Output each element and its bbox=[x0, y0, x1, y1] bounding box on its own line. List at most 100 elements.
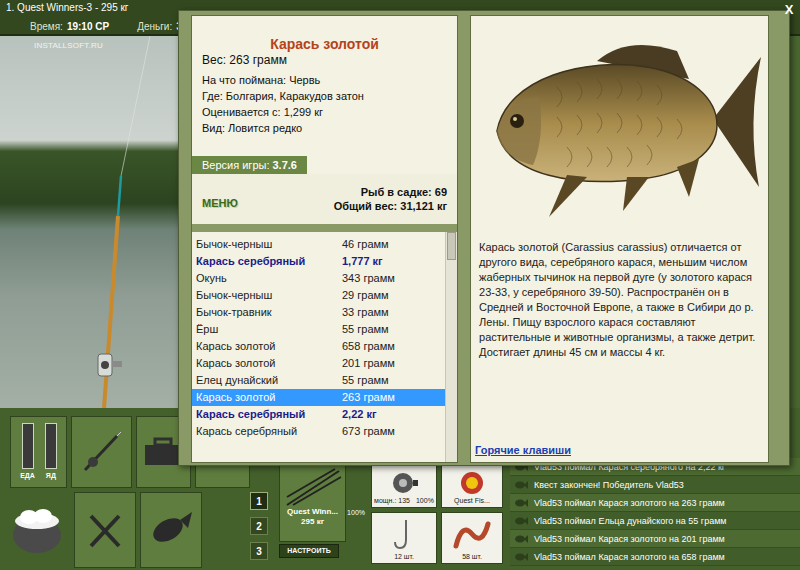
rod-name: Quest Winn... bbox=[287, 507, 338, 517]
bait-slot[interactable]: 58 шт. bbox=[441, 512, 503, 564]
lure-name: Quest Fis... bbox=[454, 496, 490, 507]
rod-slot[interactable]: Quest Winn... 295 кг bbox=[279, 464, 346, 542]
fish-count: Рыб в садке: 69 bbox=[361, 185, 447, 199]
fish-detail: Где: Болгария, Каракудов затон bbox=[202, 88, 447, 104]
catch-weight: 29 грамм bbox=[342, 287, 389, 304]
status-meter: ЕДА bbox=[20, 423, 35, 487]
reel-icon bbox=[389, 470, 419, 496]
hook-count: 12 шт. bbox=[394, 552, 414, 563]
catch-list: Бычок-черныш46 граммКарась серебряный1,7… bbox=[192, 232, 457, 462]
catch-weight: 2,22 кг bbox=[342, 406, 377, 423]
watermark: INSTALLSOFT.RU bbox=[34, 40, 103, 52]
fish-icon bbox=[514, 498, 528, 508]
log-entry: Vlad53 поймал Карася золотого на 658 гра… bbox=[510, 548, 800, 566]
lure-slot[interactable]: Quest Fis... bbox=[441, 464, 503, 508]
status-meters: ЕДА ЯД bbox=[10, 416, 67, 488]
catch-row[interactable]: Бычок-черныш29 грамм bbox=[192, 287, 445, 304]
catch-row[interactable]: Ёрш55 грамм bbox=[192, 321, 445, 338]
slot-button[interactable]: 1 bbox=[250, 492, 268, 510]
catch-row[interactable]: Карась золотой263 грамм bbox=[192, 389, 445, 406]
catch-row[interactable]: Карась серебряный2,22 кг bbox=[192, 406, 445, 423]
meter-track bbox=[22, 423, 34, 469]
log-entry: Vlad53 поймал Карася золотого на 263 гра… bbox=[510, 494, 800, 512]
catch-panel: Карась золотой Вес: 263 грамм На что пой… bbox=[191, 15, 458, 463]
fishing-scene[interactable]: INSTALLSOFT.RU bbox=[0, 36, 190, 408]
bait-count: 58 шт. bbox=[462, 552, 482, 563]
slot-button[interactable]: 3 bbox=[250, 542, 268, 560]
catch-row[interactable]: Карась золотой201 грамм bbox=[192, 355, 445, 372]
catch-name: Карась золотой bbox=[196, 389, 342, 406]
hook-slot[interactable]: 12 шт. bbox=[371, 512, 437, 564]
catch-weight: 201 грамм bbox=[342, 355, 395, 372]
catch-row[interactable]: Елец дунайский55 грамм bbox=[192, 372, 445, 389]
rod-weight: 295 кг bbox=[301, 517, 324, 527]
catch-weight: 343 грамм bbox=[342, 270, 395, 287]
lure-icon bbox=[459, 470, 485, 496]
catch-weight: 55 грамм bbox=[342, 321, 389, 338]
reel-slot[interactable]: мощн.: 135100% bbox=[371, 464, 437, 508]
fish-detail: Вид: Ловится редко bbox=[202, 120, 447, 136]
status-meter: ЯД bbox=[45, 423, 57, 487]
fork-knife-icon bbox=[83, 508, 127, 552]
cauldron-icon bbox=[9, 505, 65, 555]
fish-info: Карась золотой Вес: 263 грамм На что пой… bbox=[192, 16, 457, 156]
log-text: Vlad53 поймал Карася золотого на 658 гра… bbox=[534, 551, 725, 563]
fish-icon bbox=[514, 534, 528, 544]
reel-power: мощн.: 135 bbox=[374, 496, 410, 507]
scrollbar[interactable] bbox=[445, 232, 457, 462]
cauldron-tile[interactable] bbox=[4, 492, 70, 568]
food-tile[interactable] bbox=[74, 492, 136, 568]
catch-row[interactable]: Окунь343 грамм bbox=[192, 270, 445, 287]
fish-picture bbox=[471, 16, 768, 234]
rod-set-icon bbox=[283, 467, 343, 507]
scroll-thumb[interactable] bbox=[447, 232, 456, 260]
game-screen: 1. Quest Winners-3 - 295 кг Время: 19:10… bbox=[0, 0, 800, 570]
catch-row[interactable]: Карась серебряный1,777 кг bbox=[192, 253, 445, 270]
worm-icon bbox=[452, 518, 492, 552]
catch-weight: 46 грамм bbox=[342, 236, 389, 253]
catch-name: Карась золотой bbox=[196, 355, 342, 372]
fish-icon bbox=[148, 510, 194, 550]
catch-name: Карась золотой bbox=[196, 338, 342, 355]
log-entry: Vlad53 поймал Ельца дунайского на 55 гра… bbox=[510, 512, 800, 530]
fish-info-dialog: Карась золотой Вес: 263 грамм На что пой… bbox=[178, 10, 790, 466]
catch-weight: 1,777 кг bbox=[342, 253, 383, 270]
catch-name: Карась серебряный bbox=[196, 406, 342, 423]
catch-name: Карась серебряный bbox=[196, 423, 342, 440]
meter-track bbox=[45, 423, 57, 469]
rod-tile[interactable] bbox=[71, 416, 132, 488]
fishing-rod-icon bbox=[0, 36, 190, 408]
catch-row[interactable]: Бычок-травник33 грамм bbox=[192, 304, 445, 321]
catch-row[interactable]: Бычок-черныш46 грамм bbox=[192, 236, 445, 253]
fish-description: Карась золотой (Carassius carassius) отл… bbox=[471, 234, 768, 360]
catch-weight: 263 грамм bbox=[342, 389, 395, 406]
meter-label: ЕДА bbox=[20, 471, 35, 481]
catch-weight: 658 грамм bbox=[342, 338, 395, 355]
version-badge: Версия игры: 3.7.6 bbox=[192, 156, 307, 174]
time-value: 19:10 СР bbox=[67, 20, 109, 34]
money-label: Деньги: bbox=[137, 20, 172, 34]
fish-icon bbox=[514, 480, 528, 490]
catch-name: Бычок-черныш bbox=[196, 287, 342, 304]
log-text: Квест закончен! Победитель Vlad53 bbox=[534, 479, 684, 491]
catch-name: Елец дунайский bbox=[196, 372, 342, 389]
fish-icon bbox=[514, 516, 528, 526]
fish-detail: На что поймана: Червь bbox=[202, 72, 447, 88]
fish-detail: Оценивается с: 1,299 кг bbox=[202, 104, 447, 120]
rod-condition: 100% bbox=[346, 464, 365, 542]
keepnet-summary: МЕНЮ Рыб в садке: 69 Общий вес: 31,121 к… bbox=[192, 174, 457, 224]
fish-description-panel: Карась золотой (Carassius carassius) отл… bbox=[470, 15, 769, 463]
fish-icon bbox=[514, 552, 528, 562]
menu-button[interactable]: МЕНЮ bbox=[202, 187, 238, 212]
catch-weight: 673 грамм bbox=[342, 423, 395, 440]
catch-name: Ёрш bbox=[196, 321, 342, 338]
hotkeys-link[interactable]: Горячие клавиши bbox=[471, 442, 768, 463]
catch-row[interactable]: Карась серебряный673 грамм bbox=[192, 423, 445, 440]
keepnet-tile[interactable] bbox=[140, 492, 202, 568]
setup-button[interactable]: НАСТРОИТЬ bbox=[279, 544, 339, 558]
catch-name: Окунь bbox=[196, 270, 342, 287]
slot-button[interactable]: 2 bbox=[250, 517, 268, 535]
catch-row[interactable]: Карась золотой658 грамм bbox=[192, 338, 445, 355]
catch-name: Карась серебряный bbox=[196, 253, 342, 270]
close-button[interactable]: X bbox=[781, 2, 797, 18]
